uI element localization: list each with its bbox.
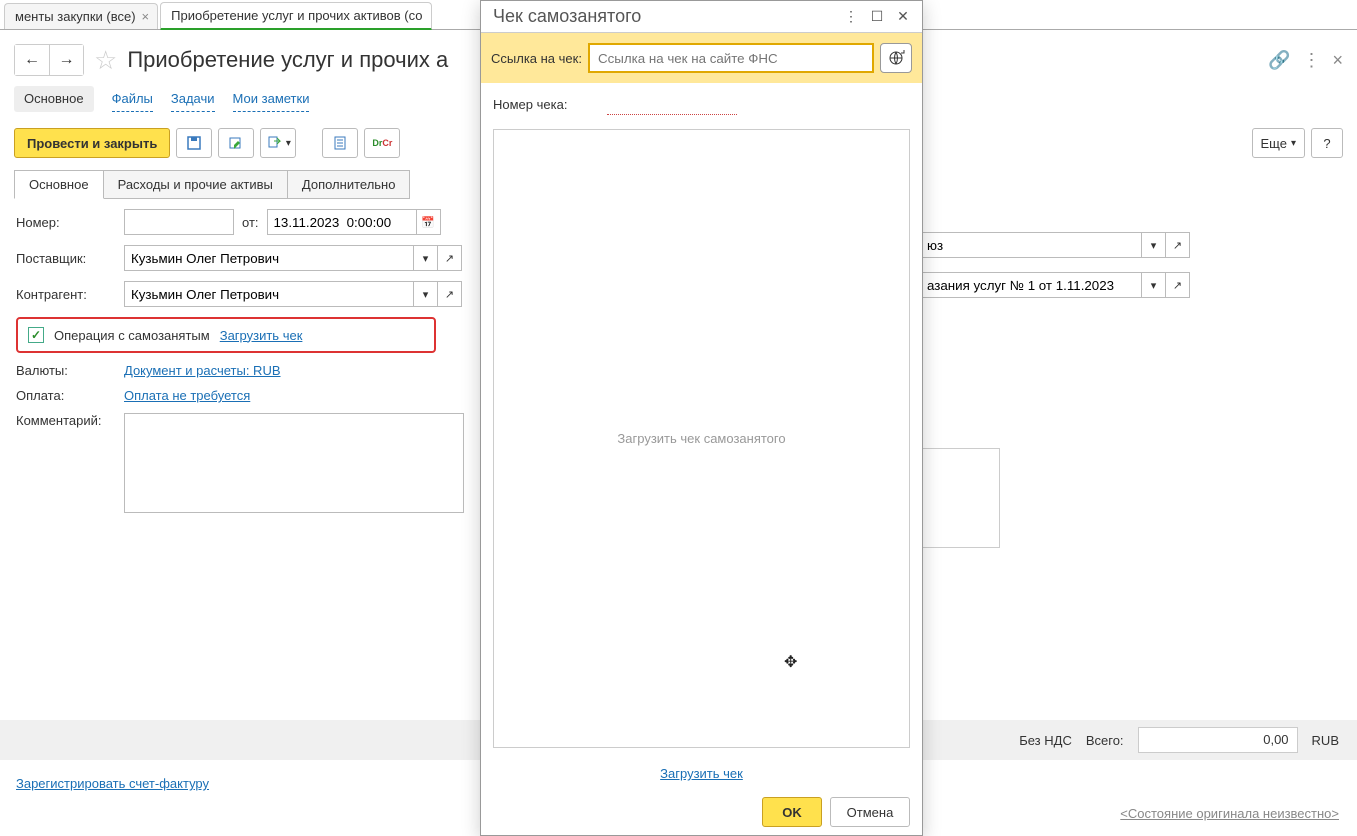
counterparty-label: Контрагент:	[16, 287, 124, 302]
supplier-input[interactable]	[124, 245, 414, 271]
right-column: ▾ ↗ ▾ ↗	[920, 232, 1200, 548]
post-icon	[228, 135, 244, 151]
close-icon[interactable]: ×	[1332, 50, 1343, 71]
nav-notes[interactable]: Мои заметки	[233, 86, 310, 112]
contract-input[interactable]	[920, 272, 1142, 298]
tab-label: Приобретение услуг и прочих активов (со	[171, 8, 422, 23]
total-label: Всего:	[1086, 733, 1124, 748]
self-employed-checkbox[interactable]: ✓	[28, 327, 44, 343]
modal-footer: OK Отмена	[481, 789, 922, 835]
report-button[interactable]	[322, 128, 358, 158]
create-from-button[interactable]	[260, 128, 296, 158]
supplier-label: Поставщик:	[16, 251, 124, 266]
date-input[interactable]	[267, 209, 417, 235]
self-employed-label: Операция с самозанятым	[54, 328, 210, 343]
back-button[interactable]: ←	[15, 45, 49, 75]
from-label: от:	[242, 215, 259, 230]
modal-maximize-icon[interactable]: ☐	[864, 4, 890, 30]
ok-button[interactable]: OK	[762, 797, 822, 827]
number-label: Номер:	[16, 215, 124, 230]
tab-main[interactable]: Основное	[14, 170, 104, 199]
globe-refresh-icon	[887, 49, 905, 67]
cheque-link-input[interactable]	[588, 43, 874, 73]
comment-label: Комментарий:	[16, 413, 124, 428]
number-input[interactable]	[124, 209, 234, 235]
comment-right[interactable]	[920, 448, 1000, 548]
tab-purchases[interactable]: менты закупки (все) ×	[4, 3, 158, 29]
contract-dropdown[interactable]: ▾	[1142, 272, 1166, 298]
fetch-button[interactable]	[880, 43, 912, 73]
counterparty-input[interactable]	[124, 281, 414, 307]
post-and-close-button[interactable]: Провести и закрыть	[14, 128, 170, 158]
cheque-modal: Чек самозанятого ⋮ ☐ ✕ Ссылка на чек: Но…	[480, 0, 923, 836]
payment-link[interactable]: Оплата не требуется	[124, 388, 250, 403]
cheque-link-label: Ссылка на чек:	[491, 51, 582, 66]
modal-link-row: Ссылка на чек:	[481, 33, 922, 83]
cr-icon: Cr	[382, 138, 392, 148]
currency-label: RUB	[1312, 733, 1339, 748]
modal-titlebar: Чек самозанятого ⋮ ☐ ✕	[481, 1, 922, 33]
currency-link[interactable]: Документ и расчеты: RUB	[124, 363, 281, 378]
tab-expenses[interactable]: Расходы и прочие активы	[103, 170, 288, 199]
cancel-button[interactable]: Отмена	[830, 797, 910, 827]
dropzone[interactable]: Загрузить чек самозанятого	[493, 129, 910, 748]
dropzone-text: Загрузить чек самозанятого	[617, 431, 785, 446]
org-dropdown[interactable]: ▾	[1142, 232, 1166, 258]
nav-main[interactable]: Основное	[14, 86, 94, 112]
modal-menu-icon[interactable]: ⋮	[838, 4, 864, 30]
payment-label: Оплата:	[16, 388, 124, 403]
list-icon	[332, 135, 348, 151]
header-actions: 🔗 ⋮ ×	[1268, 50, 1343, 71]
save-icon	[186, 135, 202, 151]
register-invoice-link[interactable]: Зарегистрировать счет-фактуру	[16, 776, 209, 791]
counterparty-dropdown[interactable]: ▾	[414, 281, 438, 307]
dr-icon: Dr	[372, 138, 382, 148]
load-cheque-link[interactable]: Загрузить чек	[220, 328, 303, 343]
more-button[interactable]: Еще	[1252, 128, 1305, 158]
original-status-link[interactable]: <Состояние оригинала неизвестно>	[1120, 806, 1339, 821]
org-open[interactable]: ↗	[1166, 232, 1190, 258]
self-employed-box: ✓ Операция с самозанятым Загрузить чек	[16, 317, 436, 353]
contract-open[interactable]: ↗	[1166, 272, 1190, 298]
total-value: 0,00	[1138, 727, 1298, 753]
forward-button[interactable]: →	[49, 45, 83, 75]
help-button[interactable]: ?	[1311, 128, 1343, 158]
no-vat-label: Без НДС	[1019, 733, 1072, 748]
cheque-number-input[interactable]	[607, 93, 737, 115]
nav-tasks[interactable]: Задачи	[171, 86, 215, 112]
document-icon	[266, 135, 282, 151]
modal-load-link[interactable]: Загрузить чек	[660, 766, 743, 781]
save-button[interactable]	[176, 128, 212, 158]
modal-close-icon[interactable]: ✕	[890, 4, 916, 30]
calendar-icon: 📅	[421, 216, 435, 229]
favorite-icon[interactable]: ☆	[94, 45, 117, 76]
tab-extra[interactable]: Дополнительно	[287, 170, 411, 199]
nav-files[interactable]: Файлы	[112, 86, 153, 112]
nav-buttons: ← →	[14, 44, 84, 76]
post-button[interactable]	[218, 128, 254, 158]
tab-acquisition[interactable]: Приобретение услуг и прочих активов (со	[160, 2, 431, 30]
modal-number-row: Номер чека:	[481, 83, 922, 125]
close-icon[interactable]: ×	[142, 9, 150, 24]
counterparty-open[interactable]: ↗	[438, 281, 462, 307]
modal-title: Чек самозанятого	[493, 6, 838, 27]
comment-input[interactable]	[124, 413, 464, 513]
calendar-button[interactable]: 📅	[417, 209, 441, 235]
organization-input[interactable]	[920, 232, 1142, 258]
tab-label: менты закупки (все)	[15, 9, 136, 24]
cheque-number-label: Номер чека:	[493, 97, 567, 112]
menu-icon[interactable]: ⋮	[1302, 50, 1320, 71]
currency-label: Валюты:	[16, 363, 124, 378]
supplier-open[interactable]: ↗	[438, 245, 462, 271]
link-icon[interactable]: 🔗	[1268, 50, 1290, 71]
drcr-button[interactable]: DrCr	[364, 128, 400, 158]
supplier-dropdown[interactable]: ▾	[414, 245, 438, 271]
